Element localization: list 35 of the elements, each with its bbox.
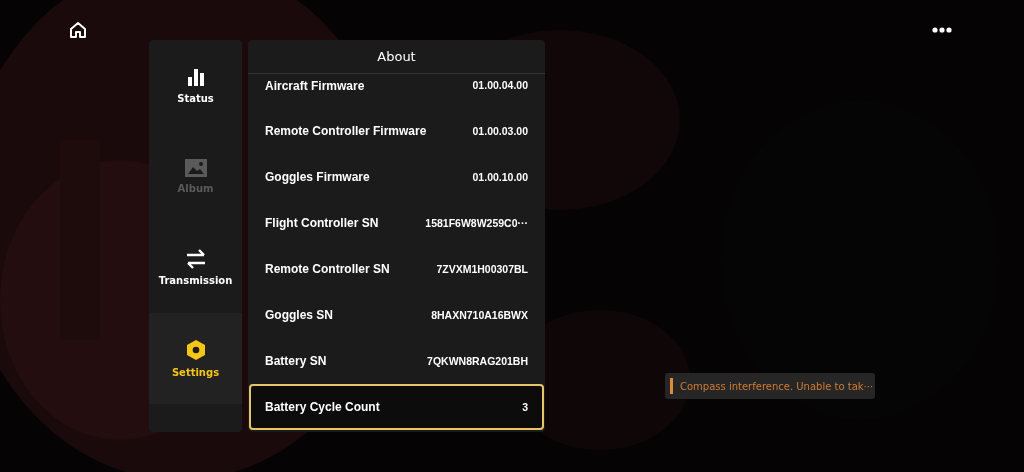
- info-row[interactable]: Goggles Firmware 01.00.10.00: [249, 154, 544, 200]
- row-value: 01.00.10.00: [472, 171, 528, 183]
- row-value: 1581F6W8W259C0···: [425, 217, 528, 229]
- row-value: 7QKWN8RAG201BH: [427, 355, 528, 367]
- row-label: Battery Cycle Count: [265, 400, 380, 414]
- panel-title: About: [248, 40, 545, 74]
- hexagon-nut-icon: [185, 339, 206, 361]
- info-row[interactable]: Aircraft Firmware 01.00.04.00: [249, 74, 544, 108]
- row-label: Flight Controller SN: [265, 216, 379, 230]
- image-icon: [184, 159, 207, 177]
- row-value: 01.00.03.00: [472, 125, 528, 137]
- row-label: Goggles SN: [265, 308, 333, 322]
- info-row[interactable]: Remote Controller Firmware 01.00.03.00: [249, 108, 544, 154]
- chart-icon: [185, 67, 206, 87]
- row-label: Remote Controller Firmware: [265, 124, 427, 138]
- row-value: 8HAXN710A16BWX: [431, 309, 528, 321]
- info-row[interactable]: Goggles SN 8HAXN710A16BWX: [249, 292, 544, 338]
- info-row[interactable]: Remote Controller SN 7ZVXM1H00307BL: [249, 246, 544, 292]
- nav-item[interactable]: Status: [149, 40, 242, 131]
- row-value: 3: [522, 401, 528, 413]
- more-icon[interactable]: [932, 27, 952, 33]
- home-icon[interactable]: [68, 20, 88, 40]
- info-row[interactable]: Battery SN 7QKWN8RAG201BH: [249, 338, 544, 384]
- row-label: Goggles Firmware: [265, 170, 370, 184]
- swap-arrows-icon: [184, 249, 207, 269]
- nav-item[interactable]: Settings: [149, 313, 242, 404]
- row-label: Remote Controller SN: [265, 262, 390, 276]
- nav-item[interactable]: Transmission: [149, 222, 242, 313]
- toast-message: Compass interference. Unable to tak···: [680, 380, 874, 392]
- row-label: Aircraft Firmware: [265, 79, 365, 93]
- row-value: 01.00.04.00: [472, 79, 528, 91]
- info-row[interactable]: Flight Controller SN 1581F6W8W259C0···: [249, 200, 544, 246]
- row-value: 7ZVXM1H00307BL: [436, 263, 528, 275]
- info-row[interactable]: Battery Cycle Count 3: [249, 384, 544, 430]
- row-label: Battery SN: [265, 354, 327, 368]
